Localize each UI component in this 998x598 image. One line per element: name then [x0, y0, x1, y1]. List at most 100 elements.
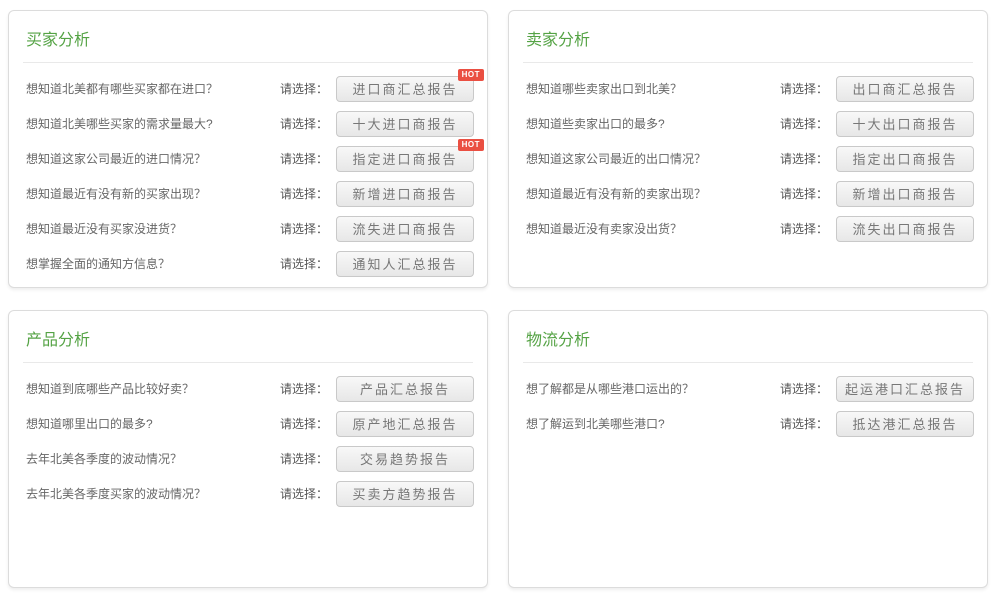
- report-button[interactable]: 抵达港汇总报告: [836, 411, 974, 437]
- select-label: 请选择：: [280, 255, 328, 272]
- question-text: 去年北美各季度的波动情况？: [26, 450, 280, 467]
- question-text: 想知道最近没有买家没进货？: [26, 220, 280, 237]
- select-label: 请选择：: [280, 485, 328, 502]
- panel-buyer-analysis: 买家分析 想知道北美都有哪些买家都在进口？ 请选择： 进口商汇总报告 HOT 想…: [8, 10, 488, 288]
- report-button[interactable]: 指定进口商报告: [336, 146, 474, 172]
- report-button-wrap: 流失进口商报告: [336, 216, 474, 242]
- question-text: 想知道这家公司最近的进口情况？: [26, 150, 280, 167]
- report-button-wrap: 产品汇总报告: [336, 376, 474, 402]
- panel-seller-analysis: 卖家分析 想知道哪些卖家出口到北美？ 请选择： 出口商汇总报告 想知道些卖家出口…: [508, 10, 988, 288]
- question-text: 想知道哪些卖家出口到北美？: [526, 80, 780, 97]
- report-button-wrap: 新增进口商报告: [336, 181, 474, 207]
- report-row: 想知道哪些卖家出口到北美？ 请选择： 出口商汇总报告: [509, 71, 987, 106]
- report-button[interactable]: 新增出口商报告: [836, 181, 974, 207]
- panel-product-analysis: 产品分析 想知道到底哪些产品比较好卖？ 请选择： 产品汇总报告 想知道哪里出口的…: [8, 310, 488, 588]
- report-dashboard: 买家分析 想知道北美都有哪些买家都在进口？ 请选择： 进口商汇总报告 HOT 想…: [0, 0, 998, 588]
- report-row: 想知道最近没有卖家没出货？ 请选择： 流失出口商报告: [509, 211, 987, 246]
- question-text: 想知道北美哪些买家的需求量最大?: [26, 115, 280, 132]
- select-label: 请选择：: [280, 220, 328, 237]
- report-button[interactable]: 出口商汇总报告: [836, 76, 974, 102]
- report-button[interactable]: 交易趋势报告: [336, 446, 474, 472]
- report-button-wrap: 原产地汇总报告: [336, 411, 474, 437]
- panel-rows: 想知道到底哪些产品比较好卖？ 请选择： 产品汇总报告 想知道哪里出口的最多? 请…: [9, 363, 487, 511]
- report-button-wrap: 指定出口商报告: [836, 146, 974, 172]
- report-row: 去年北美各季度的波动情况？ 请选择： 交易趋势报告: [9, 441, 487, 476]
- select-label: 请选择：: [280, 450, 328, 467]
- report-button[interactable]: 起运港口汇总报告: [836, 376, 974, 402]
- report-row: 想知道北美哪些买家的需求量最大? 请选择： 十大进口商报告: [9, 106, 487, 141]
- report-row: 想了解都是从哪些港口运出的？ 请选择： 起运港口汇总报告: [509, 371, 987, 406]
- report-row: 想知道这家公司最近的进口情况？ 请选择： 指定进口商报告 HOT: [9, 141, 487, 176]
- report-button-wrap: 十大进口商报告: [336, 111, 474, 137]
- question-text: 想知道最近有没有新的买家出现？: [26, 185, 280, 202]
- select-label: 请选择：: [280, 185, 328, 202]
- report-row: 想知道哪里出口的最多? 请选择： 原产地汇总报告: [9, 406, 487, 441]
- panel-title: 买家分析: [9, 11, 487, 62]
- report-button-wrap: 交易趋势报告: [336, 446, 474, 472]
- question-text: 想知道最近没有卖家没出货？: [526, 220, 780, 237]
- panel-rows: 想知道哪些卖家出口到北美？ 请选择： 出口商汇总报告 想知道些卖家出口的最多? …: [509, 63, 987, 246]
- report-button-wrap: 起运港口汇总报告: [836, 376, 974, 402]
- report-row: 想知道最近没有买家没进货？ 请选择： 流失进口商报告: [9, 211, 487, 246]
- select-label: 请选择：: [780, 185, 828, 202]
- select-label: 请选择：: [280, 80, 328, 97]
- select-label: 请选择：: [280, 115, 328, 132]
- report-button[interactable]: 产品汇总报告: [336, 376, 474, 402]
- panel-rows: 想知道北美都有哪些买家都在进口？ 请选择： 进口商汇总报告 HOT 想知道北美哪…: [9, 63, 487, 281]
- hot-badge: HOT: [458, 139, 484, 152]
- select-label: 请选择：: [280, 150, 328, 167]
- report-button-wrap: 十大出口商报告: [836, 111, 974, 137]
- report-row: 想知道北美都有哪些买家都在进口？ 请选择： 进口商汇总报告 HOT: [9, 71, 487, 106]
- hot-badge: HOT: [458, 69, 484, 82]
- question-text: 想了解都是从哪些港口运出的？: [526, 380, 780, 397]
- report-row: 想了解运到北美哪些港口? 请选择： 抵达港汇总报告: [509, 406, 987, 441]
- report-button-wrap: 进口商汇总报告 HOT: [336, 76, 474, 102]
- question-text: 想掌握全面的通知方信息？: [26, 255, 280, 272]
- question-text: 想知道些卖家出口的最多?: [526, 115, 780, 132]
- report-button[interactable]: 流失进口商报告: [336, 216, 474, 242]
- report-button[interactable]: 原产地汇总报告: [336, 411, 474, 437]
- report-button-wrap: 抵达港汇总报告: [836, 411, 974, 437]
- select-label: 请选择：: [780, 415, 828, 432]
- report-button-wrap: 流失出口商报告: [836, 216, 974, 242]
- report-row: 想知道到底哪些产品比较好卖？ 请选择： 产品汇总报告: [9, 371, 487, 406]
- report-button[interactable]: 新增进口商报告: [336, 181, 474, 207]
- report-button-wrap: 买卖方趋势报告: [336, 481, 474, 507]
- report-row: 去年北美各季度买家的波动情况？ 请选择： 买卖方趋势报告: [9, 476, 487, 511]
- panel-title: 卖家分析: [509, 11, 987, 62]
- report-button[interactable]: 买卖方趋势报告: [336, 481, 474, 507]
- question-text: 想知道这家公司最近的出口情况？: [526, 150, 780, 167]
- report-button-wrap: 新增出口商报告: [836, 181, 974, 207]
- select-label: 请选择：: [780, 380, 828, 397]
- panel-title: 物流分析: [509, 311, 987, 362]
- report-button[interactable]: 流失出口商报告: [836, 216, 974, 242]
- report-button-wrap: 出口商汇总报告: [836, 76, 974, 102]
- panel-rows: 想了解都是从哪些港口运出的？ 请选择： 起运港口汇总报告 想了解运到北美哪些港口…: [509, 363, 987, 441]
- report-button[interactable]: 指定出口商报告: [836, 146, 974, 172]
- select-label: 请选择：: [280, 380, 328, 397]
- question-text: 想了解运到北美哪些港口?: [526, 415, 780, 432]
- select-label: 请选择：: [780, 80, 828, 97]
- report-button[interactable]: 通知人汇总报告: [336, 251, 474, 277]
- panel-logistics-analysis: 物流分析 想了解都是从哪些港口运出的？ 请选择： 起运港口汇总报告 想了解运到北…: [508, 310, 988, 588]
- question-text: 想知道最近有没有新的卖家出现？: [526, 185, 780, 202]
- question-text: 想知道北美都有哪些买家都在进口？: [26, 80, 280, 97]
- panel-title: 产品分析: [9, 311, 487, 362]
- question-text: 去年北美各季度买家的波动情况？: [26, 485, 280, 502]
- select-label: 请选择：: [280, 415, 328, 432]
- report-button[interactable]: 十大出口商报告: [836, 111, 974, 137]
- report-button[interactable]: 进口商汇总报告: [336, 76, 474, 102]
- report-row: 想知道最近有没有新的卖家出现？ 请选择： 新增出口商报告: [509, 176, 987, 211]
- report-row: 想掌握全面的通知方信息？ 请选择： 通知人汇总报告: [9, 246, 487, 281]
- report-button-wrap: 指定进口商报告 HOT: [336, 146, 474, 172]
- report-button-wrap: 通知人汇总报告: [336, 251, 474, 277]
- report-row: 想知道些卖家出口的最多? 请选择： 十大出口商报告: [509, 106, 987, 141]
- select-label: 请选择：: [780, 150, 828, 167]
- select-label: 请选择：: [780, 115, 828, 132]
- report-row: 想知道这家公司最近的出口情况？ 请选择： 指定出口商报告: [509, 141, 987, 176]
- report-row: 想知道最近有没有新的买家出现？ 请选择： 新增进口商报告: [9, 176, 487, 211]
- question-text: 想知道哪里出口的最多?: [26, 415, 280, 432]
- report-button[interactable]: 十大进口商报告: [336, 111, 474, 137]
- question-text: 想知道到底哪些产品比较好卖？: [26, 380, 280, 397]
- select-label: 请选择：: [780, 220, 828, 237]
